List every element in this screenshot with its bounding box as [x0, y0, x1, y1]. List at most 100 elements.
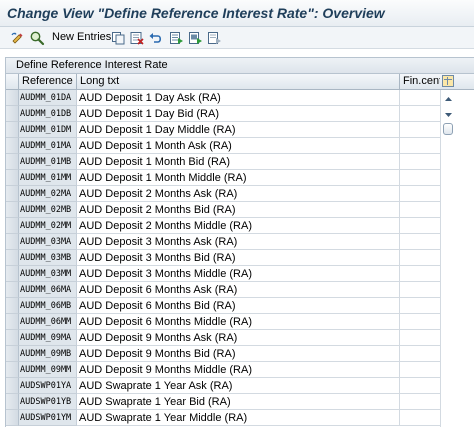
- row-selector[interactable]: [6, 186, 19, 202]
- select-all-rows-button[interactable]: [6, 74, 19, 89]
- fin-center-cell[interactable]: [400, 106, 440, 122]
- reference-cell[interactable]: AUDMM_02MA: [19, 186, 77, 202]
- fin-center-cell[interactable]: [400, 410, 440, 426]
- long-txt-cell[interactable]: AUD Deposit 1 Day Ask (RA): [77, 90, 400, 106]
- reference-cell[interactable]: AUDMM_09MA: [19, 330, 77, 346]
- reference-cell[interactable]: AUDMM_01DM: [19, 122, 77, 138]
- reference-cell[interactable]: AUDSWP01YB: [19, 394, 77, 410]
- long-txt-cell[interactable]: AUD Deposit 3 Months Ask (RA): [77, 234, 400, 250]
- display-change-icon[interactable]: [10, 30, 26, 46]
- fin-center-cell[interactable]: [400, 138, 440, 154]
- row-selector[interactable]: [6, 298, 19, 314]
- row-selector[interactable]: [6, 378, 19, 394]
- reference-cell[interactable]: AUDMM_06MA: [19, 282, 77, 298]
- reference-cell[interactable]: AUDMM_06MM: [19, 314, 77, 330]
- row-selector[interactable]: [6, 282, 19, 298]
- vertical-scrollbar[interactable]: [440, 90, 455, 427]
- fin-center-cell[interactable]: [400, 298, 440, 314]
- new-entries-button[interactable]: New Entries: [52, 31, 111, 43]
- fin-center-cell[interactable]: [400, 202, 440, 218]
- reference-cell[interactable]: AUDSWP01YM: [19, 410, 77, 426]
- table-settings-icon[interactable]: [442, 75, 454, 87]
- fin-center-cell[interactable]: [400, 218, 440, 234]
- row-selector[interactable]: [6, 122, 19, 138]
- reference-cell[interactable]: AUDMM_09MM: [19, 362, 77, 378]
- row-selector[interactable]: [6, 218, 19, 234]
- undo-icon[interactable]: [148, 30, 164, 46]
- reference-cell[interactable]: AUDMM_06MB: [19, 298, 77, 314]
- long-txt-cell[interactable]: AUD Deposit 1 Day Bid (RA): [77, 106, 400, 122]
- reference-cell[interactable]: AUDMM_03MA: [19, 234, 77, 250]
- row-selector[interactable]: [6, 314, 19, 330]
- row-selector[interactable]: [6, 234, 19, 250]
- reference-cell[interactable]: AUDMM_01MA: [19, 138, 77, 154]
- long-txt-cell[interactable]: AUD Deposit 1 Day Middle (RA): [77, 122, 400, 138]
- deselect-icon[interactable]: [206, 30, 222, 46]
- fin-center-cell[interactable]: [400, 186, 440, 202]
- column-header-fin-center[interactable]: Fin.cente: [400, 74, 440, 89]
- fin-center-cell[interactable]: [400, 346, 440, 362]
- reference-cell[interactable]: AUDMM_02MM: [19, 218, 77, 234]
- long-txt-cell[interactable]: AUD Deposit 9 Months Ask (RA): [77, 330, 400, 346]
- long-txt-cell[interactable]: AUD Deposit 2 Months Ask (RA): [77, 186, 400, 202]
- reference-cell[interactable]: AUDMM_02MB: [19, 202, 77, 218]
- long-txt-cell[interactable]: AUD Deposit 3 Months Middle (RA): [77, 266, 400, 282]
- reference-cell[interactable]: AUDSWP01YA: [19, 378, 77, 394]
- reference-cell[interactable]: AUDMM_01MM: [19, 170, 77, 186]
- scroll-down-icon[interactable]: [441, 108, 456, 122]
- fin-center-cell[interactable]: [400, 170, 440, 186]
- find-icon[interactable]: [29, 30, 45, 46]
- long-txt-cell[interactable]: AUD Deposit 3 Months Bid (RA): [77, 250, 400, 266]
- long-txt-cell[interactable]: AUD Deposit 6 Months Ask (RA): [77, 282, 400, 298]
- select-all-icon[interactable]: [168, 30, 184, 46]
- row-selector[interactable]: [6, 346, 19, 362]
- row-selector[interactable]: [6, 266, 19, 282]
- fin-center-cell[interactable]: [400, 282, 440, 298]
- fin-center-cell[interactable]: [400, 234, 440, 250]
- long-txt-cell[interactable]: AUD Swaprate 1 Year Middle (RA): [77, 410, 400, 426]
- fin-center-cell[interactable]: [400, 378, 440, 394]
- fin-center-cell[interactable]: [400, 362, 440, 378]
- long-txt-cell[interactable]: AUD Deposit 1 Month Ask (RA): [77, 138, 400, 154]
- fin-center-cell[interactable]: [400, 266, 440, 282]
- select-block-icon[interactable]: [187, 30, 203, 46]
- long-txt-cell[interactable]: AUD Deposit 9 Months Bid (RA): [77, 346, 400, 362]
- row-selector[interactable]: [6, 202, 19, 218]
- fin-center-cell[interactable]: [400, 154, 440, 170]
- long-txt-cell[interactable]: AUD Deposit 6 Months Bid (RA): [77, 298, 400, 314]
- long-txt-cell[interactable]: AUD Deposit 1 Month Middle (RA): [77, 170, 400, 186]
- long-txt-cell[interactable]: AUD Deposit 1 Month Bid (RA): [77, 154, 400, 170]
- reference-cell[interactable]: AUDMM_01DA: [19, 90, 77, 106]
- row-selector[interactable]: [6, 330, 19, 346]
- reference-cell[interactable]: AUDMM_03MB: [19, 250, 77, 266]
- scroll-up-icon[interactable]: [441, 92, 456, 106]
- reference-cell[interactable]: AUDMM_03MM: [19, 266, 77, 282]
- delete-icon[interactable]: [129, 30, 145, 46]
- row-selector[interactable]: [6, 250, 19, 266]
- column-header-long-txt[interactable]: Long txt: [77, 74, 400, 89]
- row-selector[interactable]: [6, 154, 19, 170]
- fin-center-cell[interactable]: [400, 330, 440, 346]
- reference-cell[interactable]: AUDMM_09MB: [19, 346, 77, 362]
- row-selector[interactable]: [6, 394, 19, 410]
- row-selector[interactable]: [6, 138, 19, 154]
- reference-cell[interactable]: AUDMM_01DB: [19, 106, 77, 122]
- column-header-reference[interactable]: Reference: [19, 74, 77, 89]
- long-txt-cell[interactable]: AUD Deposit 2 Months Bid (RA): [77, 202, 400, 218]
- fin-center-cell[interactable]: [400, 314, 440, 330]
- fin-center-cell[interactable]: [400, 90, 440, 106]
- fin-center-cell[interactable]: [400, 122, 440, 138]
- row-selector[interactable]: [6, 362, 19, 378]
- reference-cell[interactable]: AUDMM_01MB: [19, 154, 77, 170]
- row-selector[interactable]: [6, 170, 19, 186]
- row-selector[interactable]: [6, 106, 19, 122]
- long-txt-cell[interactable]: AUD Swaprate 1 Year Bid (RA): [77, 394, 400, 410]
- long-txt-cell[interactable]: AUD Deposit 2 Months Middle (RA): [77, 218, 400, 234]
- long-txt-cell[interactable]: AUD Swaprate 1 Year Ask (RA): [77, 378, 400, 394]
- row-selector[interactable]: [6, 90, 19, 106]
- fin-center-cell[interactable]: [400, 394, 440, 410]
- copy-icon[interactable]: [110, 30, 126, 46]
- long-txt-cell[interactable]: AUD Deposit 9 Months Middle (RA): [77, 362, 400, 378]
- scrollbar-thumb[interactable]: [443, 123, 453, 135]
- long-txt-cell[interactable]: AUD Deposit 6 Months Middle (RA): [77, 314, 400, 330]
